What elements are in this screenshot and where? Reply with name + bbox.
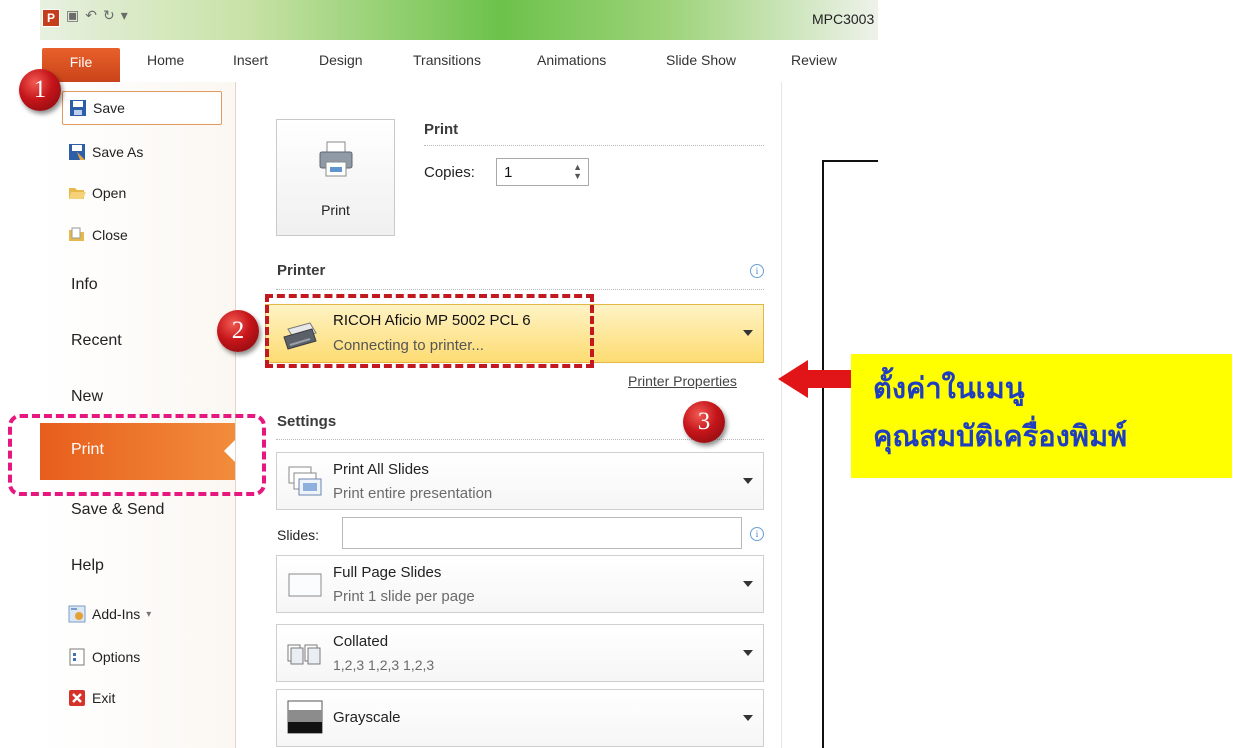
add-ins-label: Add-Ins (92, 606, 141, 622)
slides-input[interactable] (342, 517, 742, 549)
printer-icon (319, 141, 353, 177)
color-dropdown[interactable]: Grayscale (276, 689, 764, 747)
step-badge-2: 2 (217, 310, 259, 352)
print-heading: Print (424, 121, 459, 138)
save-as-icon (69, 144, 85, 160)
settings-heading: Settings (277, 413, 337, 430)
divider (424, 145, 764, 146)
add-ins-command[interactable]: Add-Ins ▾ (68, 600, 151, 628)
printer-properties-link[interactable]: Printer Properties (628, 373, 737, 389)
save-label: Save (93, 100, 125, 116)
close-folder-icon (69, 227, 84, 241)
chevron-down-icon (743, 330, 753, 336)
print-range-title: Print All Slides (333, 461, 429, 478)
print-button[interactable]: Print (276, 119, 395, 236)
instruction-callout: ตั้งค่าในเมนู คุณสมบัติเครื่องพิมพ์ (851, 354, 1232, 478)
step-badge-3: 3 (683, 401, 725, 443)
title-bar: P ▣↶↻▾ MPC3003 (40, 0, 878, 40)
chevron-down-icon (743, 715, 753, 721)
options-command[interactable]: Options (68, 643, 140, 671)
printer-heading: Printer (277, 262, 326, 279)
tab-insert[interactable]: Insert (233, 52, 268, 68)
nav-item-recent[interactable]: Recent (71, 332, 122, 350)
customize-icon[interactable]: ▾ (121, 7, 134, 23)
pointer-arrow (807, 370, 853, 388)
chevron-down-icon (743, 478, 753, 484)
printer-highlight-box (265, 294, 594, 368)
pointer-arrow-head (778, 360, 808, 398)
nav-item-save-send[interactable]: Save & Send (71, 501, 164, 519)
redo-icon[interactable]: ↻ (103, 7, 121, 23)
step-badge-1: 1 (19, 69, 61, 111)
layout-dropdown[interactable]: Full Page Slides Print 1 slide per page (276, 555, 764, 613)
close-command[interactable]: Close (68, 221, 128, 249)
collation-dropdown[interactable]: Collated 1,2,3 1,2,3 1,2,3 (276, 624, 764, 682)
save-as-command[interactable]: Save As (68, 138, 143, 166)
copies-label: Copies: (424, 164, 475, 181)
powerpoint-window: P ▣↶↻▾ MPC3003 File Home Insert Design T… (40, 0, 878, 748)
open-command[interactable]: Open (68, 179, 126, 207)
open-folder-icon (69, 188, 86, 199)
tab-transitions[interactable]: Transitions (413, 52, 481, 68)
tab-review[interactable]: Review (791, 52, 837, 68)
divider (276, 439, 764, 440)
callout-line-2: คุณสมบัติเครื่องพิมพ์ (873, 419, 1128, 453)
color-title: Grayscale (333, 709, 401, 726)
print-range-dropdown[interactable]: Print All Slides Print entire presentati… (276, 452, 764, 510)
slides-label: Slides: (277, 527, 320, 543)
layout-subtitle: Print 1 slide per page (333, 588, 475, 605)
save-as-label: Save As (92, 144, 144, 160)
nav-item-info[interactable]: Info (71, 276, 98, 294)
collation-title: Collated (333, 633, 389, 650)
print-highlight-box (8, 414, 266, 496)
save-icon[interactable]: ▣ (66, 7, 85, 23)
nav-item-help[interactable]: Help (71, 557, 104, 575)
tab-home[interactable]: Home (147, 52, 184, 68)
options-label: Options (92, 649, 141, 665)
tab-animations[interactable]: Animations (537, 52, 606, 68)
exit-label: Exit (92, 690, 116, 706)
save-icon (70, 100, 86, 116)
chevron-down-icon (743, 581, 753, 587)
callout-line-1: ตั้งค่าในเมนู (873, 371, 1025, 405)
nav-item-new[interactable]: New (71, 388, 103, 406)
collated-icon (287, 644, 321, 665)
print-range-subtitle: Print entire presentation (333, 485, 493, 502)
full-page-slide-icon (288, 573, 322, 597)
ribbon-tabs: File Home Insert Design Transitions Anim… (40, 40, 878, 83)
layout-title: Full Page Slides (333, 564, 442, 581)
spin-arrows-icon[interactable]: ▲ ▼ (573, 163, 582, 181)
document-title: MPC3003 (812, 11, 875, 27)
exit-command[interactable]: Exit (68, 684, 115, 712)
powerpoint-app-icon[interactable]: P (42, 9, 60, 27)
copies-stepper[interactable]: 1 ▲ ▼ (496, 158, 589, 186)
print-button-label: Print (321, 202, 350, 218)
undo-icon[interactable]: ↶ (85, 7, 103, 23)
info-icon[interactable]: i (750, 527, 764, 541)
options-icon (69, 648, 85, 666)
open-label: Open (92, 185, 127, 201)
info-icon[interactable]: i (750, 264, 764, 278)
divider (276, 289, 764, 290)
tab-slide-show[interactable]: Slide Show (666, 52, 736, 68)
print-all-slides-icon (288, 466, 322, 496)
add-ins-icon (68, 605, 86, 623)
close-label: Close (92, 227, 128, 243)
quick-access-toolbar: ▣↶↻▾ (66, 7, 134, 24)
add-ins-dropdown-icon: ▾ (146, 608, 152, 620)
chevron-down-icon (743, 650, 753, 656)
collation-subtitle: 1,2,3 1,2,3 1,2,3 (333, 657, 435, 673)
exit-icon (69, 690, 85, 706)
copies-value: 1 (504, 164, 513, 181)
grayscale-icon (287, 700, 323, 734)
tab-design[interactable]: Design (319, 52, 363, 68)
save-command[interactable]: Save (62, 91, 222, 125)
